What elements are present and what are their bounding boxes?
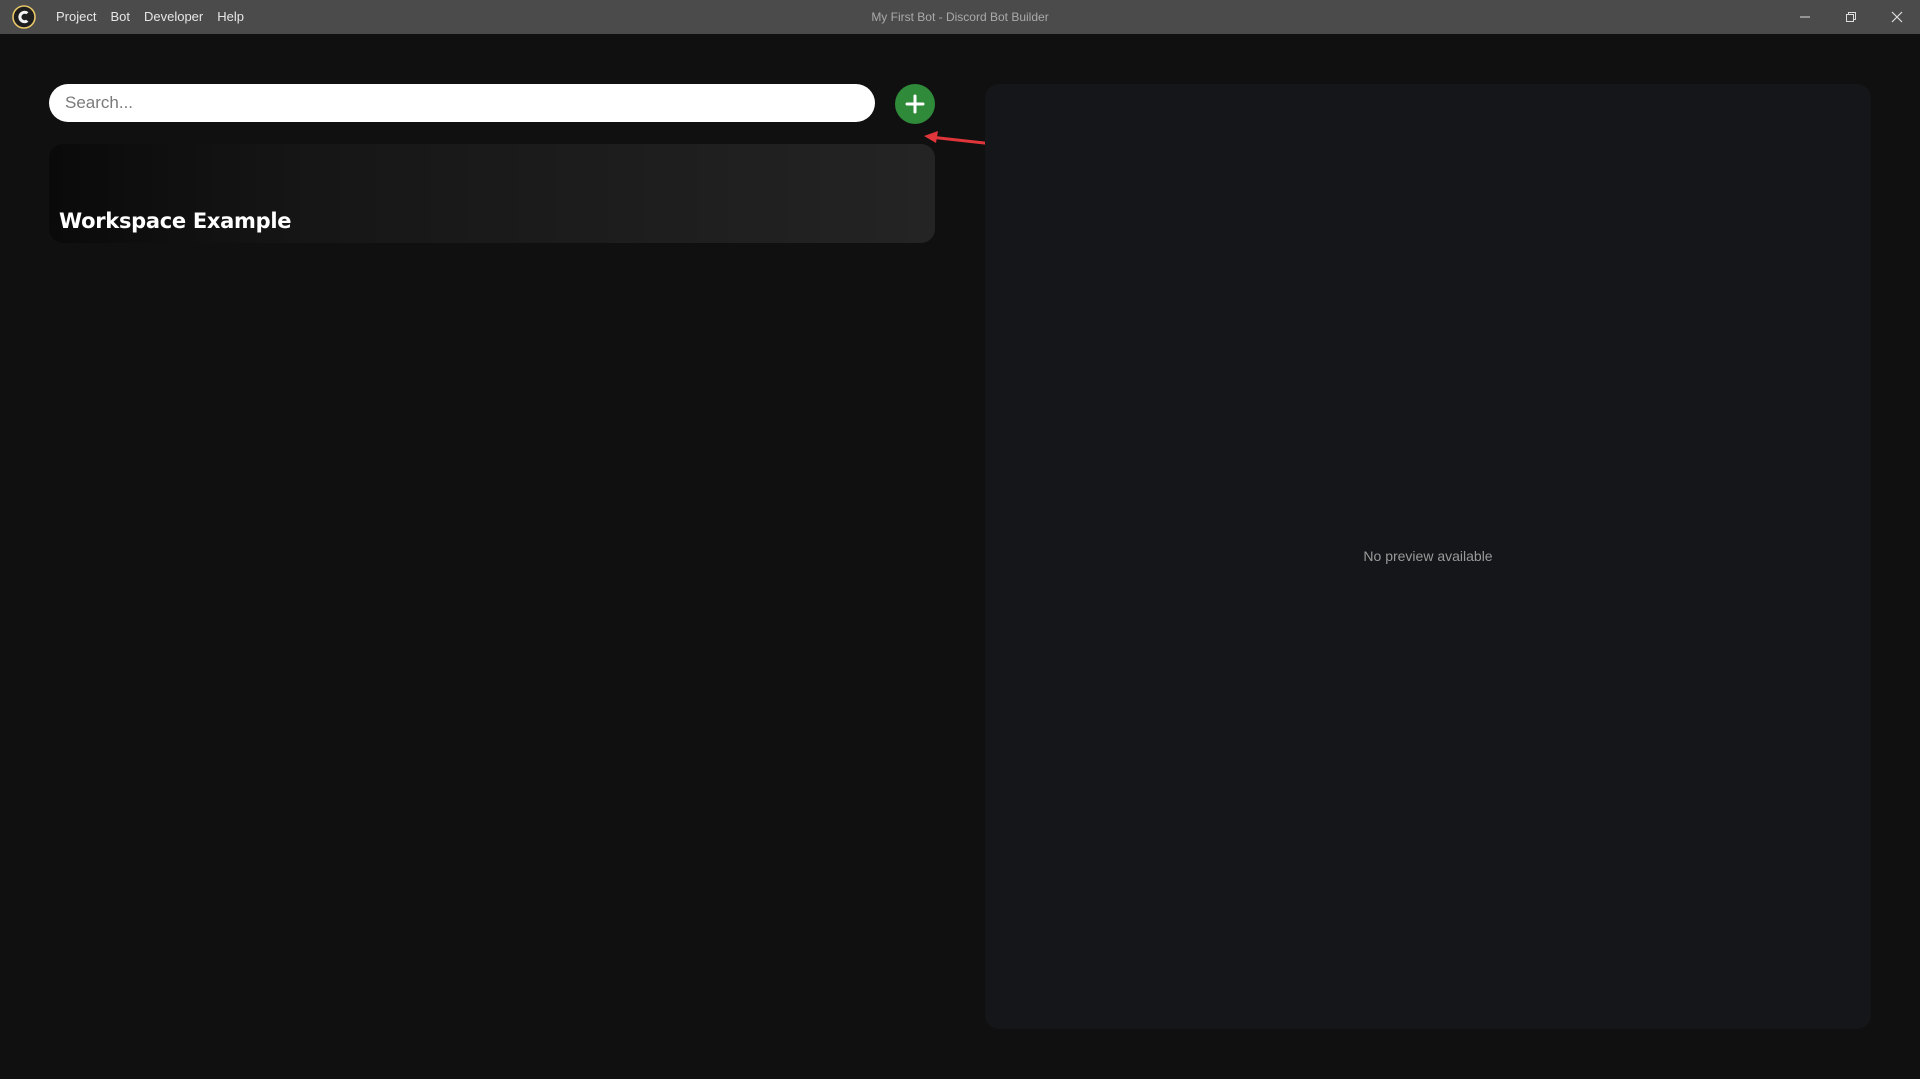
window-title: My First Bot - Discord Bot Builder [871, 10, 1049, 24]
add-workspace-button[interactable] [895, 84, 935, 124]
minimize-button[interactable] [1782, 0, 1828, 34]
plus-icon [905, 94, 925, 114]
restore-icon [1846, 12, 1856, 22]
workspace-card[interactable]: Workspace Example [49, 144, 935, 243]
menu-item-help[interactable]: Help [210, 0, 251, 34]
workspace-title: Workspace Example [59, 209, 292, 233]
main-area: Workspace Example No preview available [0, 34, 1920, 1079]
menu-item-project[interactable]: Project [56, 0, 103, 34]
minimize-icon [1800, 16, 1810, 18]
close-icon [1891, 11, 1903, 23]
search-input[interactable] [49, 84, 875, 122]
preview-panel: No preview available [985, 84, 1871, 1029]
restore-button[interactable] [1828, 0, 1874, 34]
title-bar: Project Bot Developer Help My First Bot … [0, 0, 1920, 34]
app-logo-icon[interactable] [12, 5, 36, 29]
menu-bar: Project Bot Developer Help [56, 0, 251, 34]
menu-item-developer[interactable]: Developer [137, 0, 210, 34]
close-button[interactable] [1874, 0, 1920, 34]
menu-item-bot[interactable]: Bot [103, 0, 137, 34]
preview-empty-text: No preview available [1363, 548, 1493, 564]
